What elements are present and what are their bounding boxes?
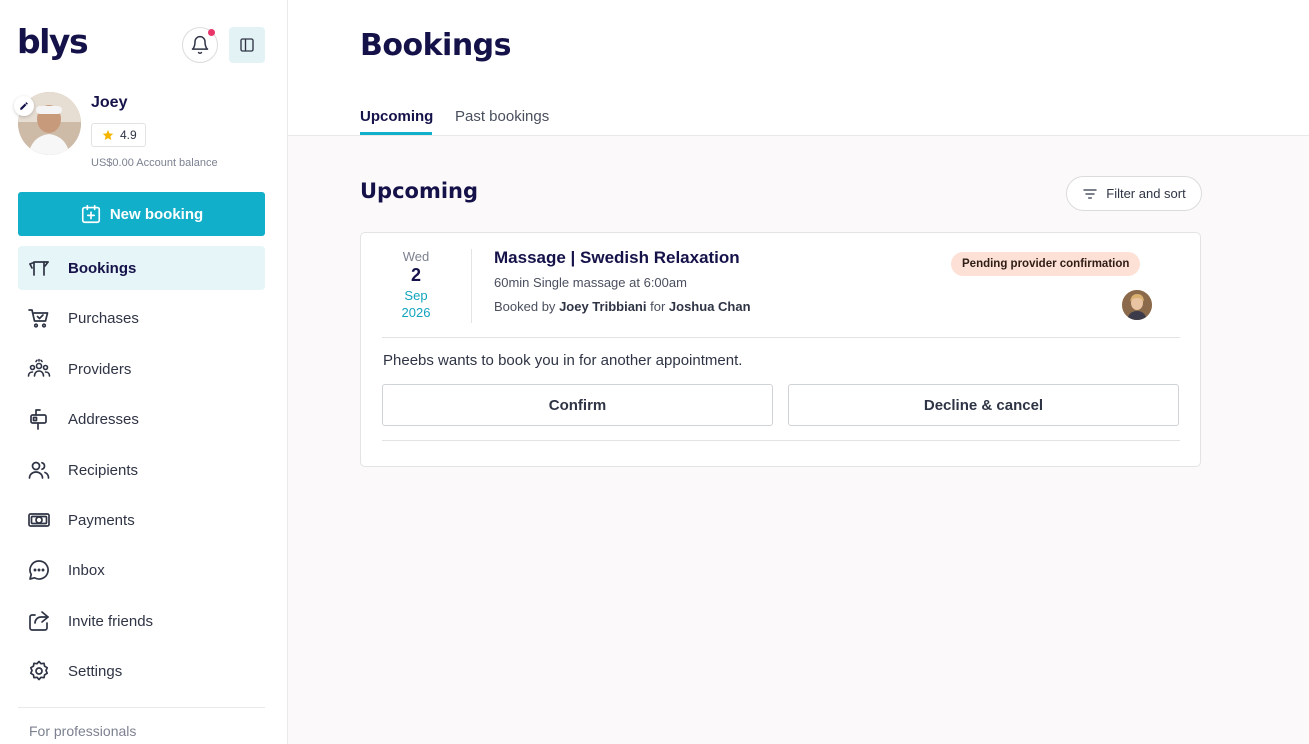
gear-icon [29,660,49,681]
sidebar-item-purchases[interactable]: Purchases [18,296,265,340]
share-icon [29,611,49,631]
booked-by-line: Booked by Joey Tribbiani for Joshua Chan [494,299,751,314]
star-icon [102,130,114,140]
page-header [288,0,1309,136]
sidebar-item-providers[interactable]: Providers [18,347,265,391]
calendar-plus-icon [81,204,100,224]
date-separator [471,249,472,323]
sidebar-item-label: Invite friends [68,612,154,630]
filter-label: Filter and sort [1106,186,1186,201]
sidebar: blys Joey 4.9 US$0.00 Account balance Ne… [0,0,288,744]
sidebar-item-invite-friends[interactable]: Invite friends [18,599,265,643]
cart-icon [28,309,49,328]
provider-photo [1122,290,1152,320]
sidebar-item-label: Bookings [68,259,137,277]
booking-date: Wed 2 Sep 2026 [361,249,471,320]
account-balance: US$0.00 Account balance [91,157,218,169]
recipient-name: Joshua Chan [668,299,751,314]
booking-title[interactable]: Massage | Swedish Relaxation [494,248,740,268]
sidebar-item-label: Purchases [68,309,139,327]
active-tab-indicator [360,132,432,135]
sidebar-item-label: Settings [68,662,123,680]
page-title: Bookings [360,28,512,63]
provider-avatar[interactable] [1122,290,1152,320]
confirm-button[interactable]: Confirm [382,384,773,426]
sidebar-item-label: Providers [68,360,132,378]
sidebar-item-label: Inbox [68,561,105,579]
sidebar-item-label: Recipients [68,461,139,479]
decline-cancel-button[interactable]: Decline & cancel [788,384,1179,426]
sidebar-item-payments[interactable]: Payments [18,498,265,542]
new-booking-button[interactable]: New booking [18,192,265,236]
filter-and-sort-button[interactable]: Filter and sort [1066,176,1202,211]
booked-by-name: Joey Tribbiani [559,299,647,314]
new-booking-label: New booking [109,205,204,223]
sidebar-item-inbox[interactable]: Inbox [18,548,265,592]
sidebar-item-label: Addresses [68,410,139,428]
date-year: 2026 [401,305,431,320]
status-badge: Pending provider confirmation [951,252,1141,276]
sidebar-item-settings[interactable]: Settings [18,649,265,693]
filter-icon [1083,188,1097,199]
pencil-icon [20,102,28,110]
sidebar-item-label: Payments [68,511,135,529]
booking-card[interactable]: Wed 2 Sep 2026 Massage | Swedish Relaxat… [360,232,1201,467]
payments-icon [28,513,50,527]
sidebar-panel-icon [240,38,254,52]
section-title: Upcoming [360,179,479,203]
sidebar-item-recipients[interactable]: Recipients [18,448,265,492]
bookings-icon [29,261,49,276]
booked-prefix: Booked by [494,299,556,314]
rating-badge: 4.9 [91,123,146,147]
collapse-sidebar-button[interactable] [229,27,265,63]
card-divider-bottom [382,440,1180,441]
notification-dot [208,29,215,36]
sidebar-item-bookings[interactable]: Bookings [18,246,265,290]
mailbox-icon [30,409,47,430]
notifications-button[interactable] [182,27,218,63]
date-day: 2 [410,265,421,285]
chat-icon [29,560,49,580]
bell-icon [191,35,209,55]
sidebar-divider [18,707,265,708]
tab-upcoming[interactable]: Upcoming [360,108,433,125]
user-name: Joey [91,94,128,111]
for-word: for [650,299,666,314]
edit-avatar-button[interactable] [14,96,34,116]
for-professionals-link[interactable]: For professionals [29,723,136,739]
recipients-icon [28,461,50,479]
date-weekday: Wed [402,249,430,264]
rating-value: 4.9 [120,128,137,142]
rebook-message: Pheebs wants to book you in for another … [383,352,743,369]
tab-past-bookings[interactable]: Past bookings [455,108,549,125]
providers-icon [27,358,51,377]
booking-detail: 60min Single massage at 6:00am [494,275,687,290]
card-divider [382,337,1180,338]
blys-logo[interactable]: blys [17,22,89,62]
date-month: Sep [404,288,428,303]
sidebar-item-addresses[interactable]: Addresses [18,397,265,441]
